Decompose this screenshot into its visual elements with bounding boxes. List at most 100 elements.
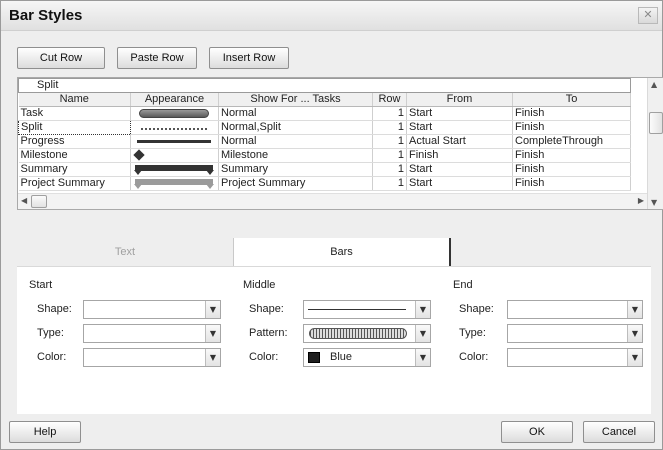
cell-name[interactable]: Task (18, 106, 131, 121)
cell-show-for[interactable]: Normal (218, 106, 373, 121)
bar-styles-dialog: Bar Styles ✕ Cut Row Paste Row Insert Ro… (0, 0, 663, 450)
horizontal-scroll-thumb[interactable] (31, 195, 47, 208)
summary-bar-icon (134, 165, 214, 175)
vertical-scroll-thumb[interactable] (649, 112, 663, 134)
cell-to[interactable]: Finish (512, 120, 631, 135)
styles-table: Split Name Appearance Show For ... Tasks… (18, 78, 631, 191)
cell-name[interactable]: Project Summary (18, 176, 131, 191)
chevron-down-icon[interactable]: ▼ (627, 325, 642, 342)
scroll-left-icon[interactable]: ◀ (21, 196, 27, 205)
middle-shape-select[interactable]: ▼ (303, 300, 431, 319)
cell-row[interactable]: 1 (372, 176, 407, 191)
cell-show-for[interactable]: Project Summary (218, 176, 373, 191)
cell-appearance[interactable] (130, 120, 219, 135)
table-row[interactable]: Milestone Milestone 1 Finish Finish (18, 148, 631, 163)
cell-show-for[interactable]: Normal,Split (218, 120, 373, 135)
cut-row-button[interactable]: Cut Row (17, 47, 105, 69)
cell-appearance[interactable] (130, 106, 219, 121)
scroll-up-icon[interactable]: ▲ (651, 80, 657, 89)
middle-shape-label: Shape: (249, 303, 284, 315)
end-color-select[interactable]: ▼ (507, 348, 643, 367)
chevron-down-icon[interactable]: ▼ (415, 349, 430, 366)
chevron-down-icon[interactable]: ▼ (415, 325, 430, 342)
cell-appearance[interactable] (130, 148, 219, 163)
start-heading: Start (29, 279, 53, 291)
scroll-down-icon[interactable]: ▼ (651, 198, 657, 207)
dialog-title: Bar Styles (9, 7, 83, 24)
column-header-name[interactable]: Name (18, 92, 131, 107)
cell-to[interactable]: Finish (512, 176, 631, 191)
table-row[interactable]: Task Normal 1 Start Finish (18, 106, 631, 121)
chevron-down-icon[interactable]: ▼ (627, 349, 642, 366)
cell-appearance[interactable] (130, 176, 219, 191)
column-header-show-for[interactable]: Show For ... Tasks (218, 92, 373, 107)
bars-panel: Start Shape: ▼ Type: ▼ Color: ▼ Middle S… (17, 266, 651, 414)
scroll-right-icon[interactable]: ▶ (638, 196, 644, 205)
table-row[interactable]: Progress Normal 1 Actual Start CompleteT… (18, 134, 631, 149)
tab-text[interactable]: Text (17, 238, 233, 266)
chevron-down-icon[interactable]: ▼ (627, 301, 642, 318)
title-bar: Bar Styles ✕ (1, 1, 662, 31)
cell-name[interactable]: Progress (18, 134, 131, 149)
line-shape-icon (308, 309, 406, 310)
end-shape-select[interactable]: ▼ (507, 300, 643, 319)
start-shape-select[interactable]: ▼ (83, 300, 221, 319)
cell-from[interactable]: Start (406, 176, 513, 191)
column-header-to[interactable]: To (512, 92, 631, 107)
help-button[interactable]: Help (9, 421, 81, 443)
cell-show-for[interactable]: Normal (218, 134, 373, 149)
vertical-scrollbar[interactable]: ▲ ▼ (647, 78, 663, 209)
close-icon[interactable]: ✕ (638, 7, 658, 24)
chevron-down-icon[interactable]: ▼ (205, 301, 220, 318)
table-row[interactable]: Project Summary Project Summary 1 Start … (18, 176, 631, 191)
cell-from[interactable]: Start (406, 120, 513, 135)
edit-row: Split (18, 78, 631, 93)
table-row[interactable]: Summary Summary 1 Start Finish (18, 162, 631, 177)
end-type-select[interactable]: ▼ (507, 324, 643, 343)
column-header-row[interactable]: Row (372, 92, 407, 107)
dotted-line-icon (141, 128, 207, 130)
chevron-down-icon[interactable]: ▼ (205, 349, 220, 366)
insert-row-button[interactable]: Insert Row (209, 47, 289, 69)
chevron-down-icon[interactable]: ▼ (205, 325, 220, 342)
column-header-from[interactable]: From (406, 92, 513, 107)
project-summary-bar-icon (134, 179, 214, 189)
cell-to[interactable]: Finish (512, 148, 631, 163)
cell-to[interactable]: Finish (512, 106, 631, 121)
cell-name[interactable]: Summary (18, 162, 131, 177)
header-row: Name Appearance Show For ... Tasks Row F… (18, 92, 631, 107)
paste-row-button[interactable]: Paste Row (117, 47, 197, 69)
tab-bars[interactable]: Bars (233, 238, 451, 266)
cancel-button[interactable]: Cancel (583, 421, 655, 443)
cell-from[interactable]: Actual Start (406, 134, 513, 149)
cell-to[interactable]: CompleteThrough (512, 134, 631, 149)
horizontal-scrollbar[interactable]: ◀ ▶ (18, 193, 647, 209)
cell-show-for[interactable]: Summary (218, 162, 373, 177)
cell-to[interactable]: Finish (512, 162, 631, 177)
cell-appearance[interactable] (130, 162, 219, 177)
ok-button[interactable]: OK (501, 421, 573, 443)
cell-from[interactable]: Start (406, 162, 513, 177)
middle-color-select[interactable]: Blue ▼ (303, 348, 431, 367)
chevron-down-icon[interactable]: ▼ (415, 301, 430, 318)
table-row[interactable]: Split Normal,Split 1 Start Finish (18, 120, 631, 135)
cell-name[interactable]: Milestone (18, 148, 131, 163)
cell-row[interactable]: 1 (372, 148, 407, 163)
cell-show-for[interactable]: Milestone (218, 148, 373, 163)
middle-heading: Middle (243, 279, 276, 291)
cell-from[interactable]: Start (406, 106, 513, 121)
edit-field-value: Split (37, 79, 59, 92)
start-color-select[interactable]: ▼ (83, 348, 221, 367)
cell-row[interactable]: 1 (372, 106, 407, 121)
end-heading: End (453, 279, 473, 291)
cell-row[interactable]: 1 (372, 120, 407, 135)
cell-row[interactable]: 1 (372, 162, 407, 177)
column-header-appearance[interactable]: Appearance (130, 92, 219, 107)
middle-pattern-select[interactable]: ▼ (303, 324, 431, 343)
start-type-select[interactable]: ▼ (83, 324, 221, 343)
edit-field[interactable]: Split (18, 78, 631, 93)
cell-appearance[interactable] (130, 134, 219, 149)
cell-row[interactable]: 1 (372, 134, 407, 149)
cell-name[interactable]: Split (18, 120, 131, 135)
cell-from[interactable]: Finish (406, 148, 513, 163)
